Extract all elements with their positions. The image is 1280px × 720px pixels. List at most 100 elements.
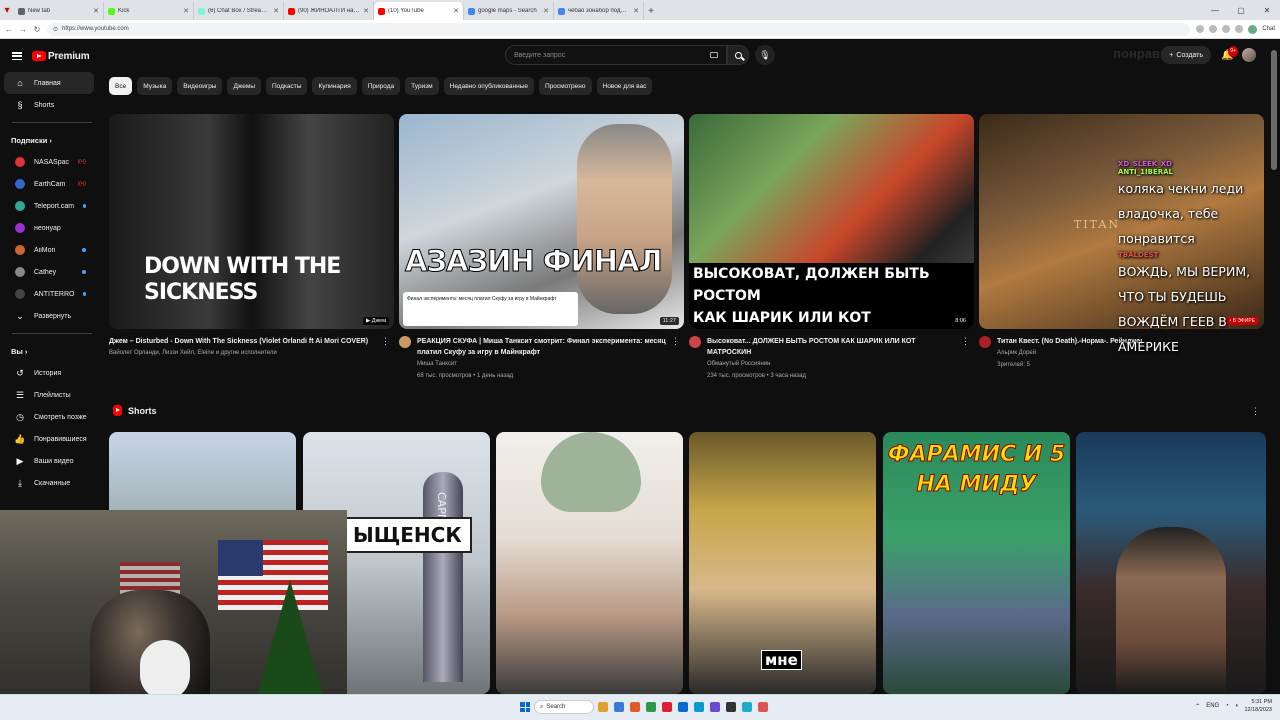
search-input[interactable]: Введите запрос bbox=[505, 45, 727, 65]
video-channel[interactable]: Вайолет Орланди, Лиззи Хейл, Eleine и др… bbox=[109, 347, 368, 359]
sidebar-subscription[interactable]: неонуар bbox=[4, 217, 94, 239]
taskbar-app-icon[interactable] bbox=[678, 702, 688, 712]
sidebar-subscription[interactable]: ⌄ Развернуть bbox=[4, 305, 94, 327]
sidebar-item[interactable]: ⌂ Главная bbox=[4, 72, 94, 94]
filter-chip[interactable]: Недавно опубликованные bbox=[443, 77, 534, 95]
volume-icon[interactable]: ◖ bbox=[1235, 703, 1239, 709]
tab-menu-icon[interactable]: ▾ bbox=[0, 0, 14, 20]
close-icon[interactable]: ✕ bbox=[1254, 0, 1280, 20]
sidebar-item[interactable]: ▶ Ваши видео bbox=[4, 450, 94, 472]
taskbar-app-icon[interactable] bbox=[614, 702, 624, 712]
youtube-logo[interactable]: Premium bbox=[32, 51, 90, 62]
extension-icon[interactable] bbox=[1222, 25, 1231, 33]
taskbar-app-icon[interactable] bbox=[742, 702, 752, 712]
create-button[interactable]: + Создать bbox=[1161, 46, 1211, 64]
browser-tab[interactable]: (10) YouTube ✕ bbox=[374, 2, 464, 20]
url-field[interactable]: ⊙ https://www.youtube.com bbox=[47, 22, 1191, 36]
taskbar-app-icon[interactable] bbox=[726, 702, 736, 712]
tab-close-icon[interactable]: ✕ bbox=[543, 7, 549, 15]
windows-start-icon[interactable] bbox=[520, 702, 530, 712]
sidebar-subscription[interactable]: EarthCam ((•)) bbox=[4, 173, 94, 195]
more-options-icon[interactable]: ⋮ bbox=[961, 336, 970, 347]
profile-label[interactable]: Chat bbox=[1262, 26, 1275, 32]
filter-chip[interactable]: Подкасты bbox=[266, 77, 308, 95]
browser-tab[interactable]: New tab ✕ bbox=[14, 2, 104, 20]
filter-chip[interactable]: Джемы bbox=[227, 77, 261, 95]
voice-search-button[interactable]: 🎙 bbox=[755, 45, 775, 65]
browser-tab[interactable]: чебао зонабор подыжении - Sear✕ bbox=[554, 2, 644, 20]
video-card[interactable]: DOWN WITH THE SICKNESS ▶ Джем Джем – Dis… bbox=[109, 114, 394, 359]
video-thumbnail[interactable]: DOWN WITH THE SICKNESS ▶ Джем bbox=[109, 114, 394, 329]
more-options-icon[interactable]: ⋮ bbox=[381, 336, 390, 347]
browser-tab[interactable]: google maps - Search ✕ bbox=[464, 2, 554, 20]
avatar[interactable] bbox=[1242, 48, 1256, 62]
wifi-icon[interactable]: ◔ bbox=[1225, 703, 1229, 709]
sidebar-item[interactable]: ⤓ Скачанные bbox=[4, 472, 94, 494]
sidebar-item[interactable]: ◷ Смотреть позже bbox=[4, 406, 94, 428]
search-button[interactable] bbox=[727, 45, 749, 65]
tray-chevron-icon[interactable]: ⌃ bbox=[1195, 703, 1200, 710]
taskbar-app-icon[interactable] bbox=[598, 702, 608, 712]
channel-avatar[interactable] bbox=[399, 336, 411, 348]
sidebar-item[interactable]: § Shorts bbox=[4, 94, 94, 116]
taskbar-app-icon[interactable] bbox=[646, 702, 656, 712]
sidebar-item[interactable]: ↺ История bbox=[4, 362, 94, 384]
filter-chip[interactable]: Видеоигры bbox=[177, 77, 223, 95]
sidebar-item[interactable]: 👍 Понравившиеся bbox=[4, 428, 94, 450]
reload-icon[interactable]: ↻ bbox=[33, 25, 41, 34]
subscriptions-heading[interactable]: Подписки › bbox=[0, 129, 100, 151]
browser-tab[interactable]: Kick ✕ bbox=[104, 2, 194, 20]
extension-icon[interactable] bbox=[1196, 25, 1205, 33]
video-card[interactable]: АЗАЗИН ФИНАЛ Финал эксперимента: месяц п… bbox=[399, 114, 684, 382]
short-card[interactable]: ФАРАМИС И 5 НА МИДУ bbox=[883, 432, 1070, 694]
clock[interactable]: 5:31 PM 12/18/2023 bbox=[1244, 698, 1272, 714]
new-tab-button[interactable]: + bbox=[644, 2, 658, 20]
tab-close-icon[interactable]: ✕ bbox=[363, 7, 369, 15]
minimize-icon[interactable]: — bbox=[1202, 0, 1228, 20]
back-icon[interactable]: ← bbox=[5, 25, 13, 34]
profile-icon[interactable] bbox=[1248, 24, 1258, 34]
sidebar-item[interactable]: ☰ Плейлисты bbox=[4, 384, 94, 406]
video-thumbnail[interactable]: ВЫСОКОВАТ, ДОЛЖЕН БЫТЬ РОСТОМ КАК ШАРИК И… bbox=[689, 114, 974, 329]
extension-icon[interactable] bbox=[1209, 25, 1218, 33]
filter-chip[interactable]: Просмотрено bbox=[538, 77, 592, 95]
tab-close-icon[interactable]: ✕ bbox=[93, 7, 99, 15]
page-scrollbar[interactable] bbox=[1271, 44, 1277, 694]
filter-chip[interactable]: Природа bbox=[361, 77, 401, 95]
language-indicator[interactable]: ENG bbox=[1206, 703, 1219, 709]
browser-tab[interactable]: (90) ЖИНОАЛТИ на 120 кг. МЫ ПР✕ bbox=[284, 2, 374, 20]
tab-close-icon[interactable]: ✕ bbox=[633, 7, 639, 15]
taskbar-app-icon[interactable] bbox=[630, 702, 640, 712]
taskbar-app-icon[interactable] bbox=[662, 702, 672, 712]
you-heading[interactable]: Вы › bbox=[0, 340, 100, 362]
taskbar-app-icon[interactable] bbox=[710, 702, 720, 712]
maximize-icon[interactable]: ▢ bbox=[1228, 0, 1254, 20]
tab-close-icon[interactable]: ✕ bbox=[183, 7, 189, 15]
filter-chip[interactable]: Новое для вас bbox=[596, 77, 653, 95]
sidebar-subscription[interactable]: NASASpaceflight ((•)) bbox=[4, 151, 94, 173]
extension-icon[interactable] bbox=[1235, 25, 1244, 33]
sidebar-subscription[interactable]: Teleport.camera bbox=[4, 195, 94, 217]
taskbar-app-icon[interactable] bbox=[758, 702, 768, 712]
sidebar-subscription[interactable]: ANTITERROR Ch... bbox=[4, 283, 94, 305]
short-card[interactable]: мне bbox=[689, 432, 876, 694]
channel-avatar[interactable] bbox=[689, 336, 701, 348]
video-title[interactable]: РЕАКЦИЯ СКУФА | Миша Танксит смотрит: Фи… bbox=[417, 336, 670, 358]
video-channel[interactable]: Обманутый Россиянин bbox=[707, 358, 960, 370]
filter-chip[interactable]: Туризм bbox=[405, 77, 439, 95]
filter-chip[interactable]: Музыка bbox=[137, 77, 173, 95]
sidebar-subscription[interactable]: AiiMori bbox=[4, 239, 94, 261]
more-options-icon[interactable]: ⋮ bbox=[1251, 406, 1260, 417]
tab-close-icon[interactable]: ✕ bbox=[273, 7, 279, 15]
tab-close-icon[interactable]: ✕ bbox=[453, 7, 459, 15]
video-title[interactable]: Джем – Disturbed - Down With The Sicknes… bbox=[109, 336, 368, 347]
menu-icon[interactable] bbox=[12, 52, 22, 60]
sidebar-subscription[interactable]: Cathey bbox=[4, 261, 94, 283]
site-info-icon[interactable]: ⊙ bbox=[53, 26, 58, 33]
taskbar-search[interactable]: ⌕ Search bbox=[534, 700, 594, 714]
video-title[interactable]: Высоковат... ДОЛЖЕН БЫТЬ РОСТОМ КАК ШАРИ… bbox=[707, 336, 960, 358]
scrollbar-thumb[interactable] bbox=[1271, 50, 1277, 170]
notifications-button[interactable]: 🔔 9+ bbox=[1221, 45, 1238, 61]
short-card[interactable] bbox=[496, 432, 683, 694]
forward-icon[interactable]: → bbox=[19, 25, 27, 34]
